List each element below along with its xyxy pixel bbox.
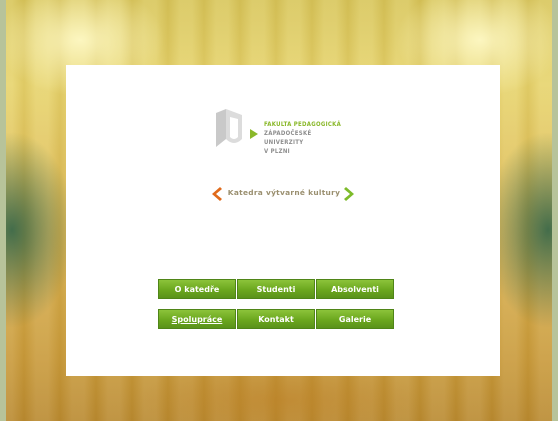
department-title: Katedra výtvarné kultury — [208, 185, 358, 203]
menu-button-label: Spolupráce — [171, 314, 223, 324]
faculty-name-line: V PLZNI — [264, 148, 290, 155]
main-panel: FAKULTA PEDAGOGICKÁ ZÁPADOČESKÉ UNIVERZI… — [66, 65, 500, 376]
background-edge-right — [552, 0, 558, 421]
menu-button-kontakt[interactable]: Kontakt — [237, 309, 315, 329]
faculty-name-line: UNIVERZITY — [264, 139, 304, 146]
chevron-right-icon[interactable] — [344, 187, 356, 201]
faculty-name: FAKULTA PEDAGOGICKÁ ZÁPADOČESKÉ UNIVERZI… — [264, 120, 341, 156]
menu-button-studenti[interactable]: Studenti — [237, 279, 315, 299]
main-menu: O katedře Studenti Absolventi Spolupráce… — [158, 279, 396, 339]
menu-button-spoluprace[interactable]: Spolupráce — [158, 309, 236, 329]
menu-button-o-katedre[interactable]: O katedře — [158, 279, 236, 299]
menu-button-galerie[interactable]: Galerie — [316, 309, 394, 329]
menu-row: O katedře Studenti Absolventi — [158, 279, 396, 299]
faculty-name-line: FAKULTA PEDAGOGICKÁ — [264, 121, 342, 128]
faculty-name-line: ZÁPADOČESKÉ — [264, 130, 312, 137]
background-edge-left — [0, 0, 6, 421]
faculty-logo-mark-icon — [216, 109, 258, 147]
department-label: Katedra výtvarné kultury — [227, 188, 341, 197]
menu-row: Spolupráce Kontakt Galerie — [158, 309, 396, 329]
chevron-left-icon[interactable] — [210, 187, 222, 201]
faculty-logo[interactable]: FAKULTA PEDAGOGICKÁ ZÁPADOČESKÉ UNIVERZI… — [214, 107, 364, 167]
menu-button-absolventi[interactable]: Absolventi — [316, 279, 394, 299]
